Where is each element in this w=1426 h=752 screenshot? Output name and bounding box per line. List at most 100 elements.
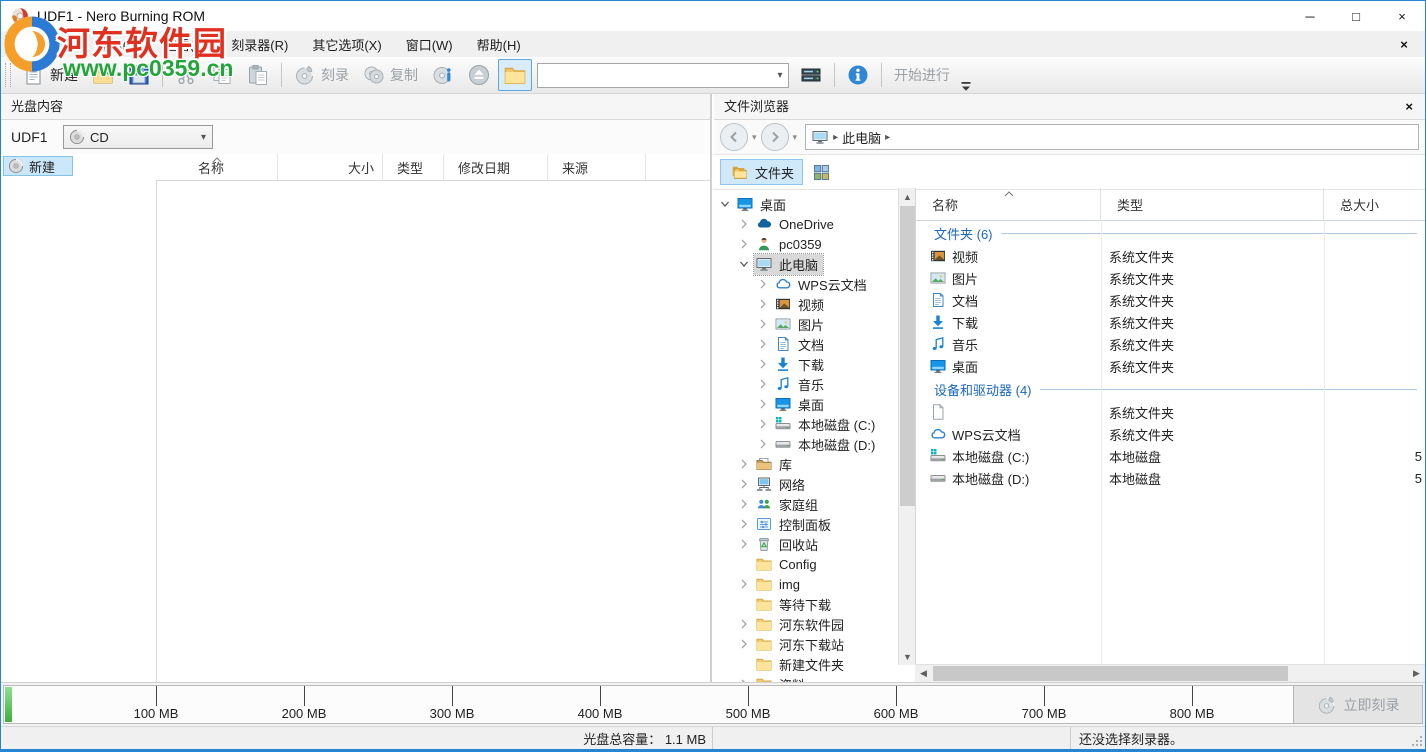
- breadcrumb[interactable]: ▸ 此电脑 ▸: [805, 124, 1419, 150]
- forward-button[interactable]: [761, 123, 789, 151]
- file-row[interactable]: 桌面系统文件夹: [916, 355, 1425, 377]
- file-row[interactable]: 音乐系统文件夹: [916, 333, 1425, 355]
- menu-item[interactable]: 刻录器(R): [219, 31, 300, 58]
- tree-item[interactable]: 桌面: [714, 394, 898, 414]
- chevron-right-icon[interactable]: [756, 377, 770, 391]
- tree-scrollbar[interactable]: ▲ ▼: [898, 188, 916, 665]
- chevron-right-icon[interactable]: [737, 217, 751, 231]
- chevron-right-icon[interactable]: [756, 397, 770, 411]
- chevron-right-icon[interactable]: [737, 517, 751, 531]
- tree-item[interactable]: 河东软件园: [714, 614, 898, 634]
- column-header[interactable]: 类型: [1101, 188, 1324, 220]
- drives-button[interactable]: [794, 59, 828, 91]
- tree-item[interactable]: 家庭组: [714, 494, 898, 514]
- chevron-right-icon[interactable]: [756, 277, 770, 291]
- column-header[interactable]: 大小: [278, 154, 383, 180]
- menu-item[interactable]: 编辑(E): [85, 31, 152, 58]
- scroll-up-icon[interactable]: ▲: [899, 188, 916, 205]
- column-header[interactable]: 名称: [916, 188, 1101, 220]
- tree-item[interactable]: 下载: [714, 354, 898, 374]
- panel-close-icon[interactable]: ×: [1405, 94, 1425, 120]
- column-header[interactable]: 来源: [548, 154, 646, 180]
- file-row[interactable]: 视频系统文件夹: [916, 245, 1425, 267]
- list-group-header[interactable]: 设备和驱动器 (4): [916, 377, 1425, 401]
- tree-item[interactable]: 控制面板: [714, 514, 898, 534]
- tree-item[interactable]: WPS云文档: [714, 274, 898, 294]
- tree-item[interactable]: 视频: [714, 294, 898, 314]
- back-button[interactable]: [720, 123, 748, 151]
- file-browser-toggle-button[interactable]: [498, 59, 532, 91]
- tree-item[interactable]: 本地磁盘 (D:): [714, 434, 898, 454]
- menu-item[interactable]: 窗口(W): [394, 31, 465, 58]
- menu-item[interactable]: 帮助(H): [465, 31, 533, 58]
- chevron-down-icon[interactable]: [718, 197, 732, 211]
- file-row[interactable]: 本地磁盘 (D:)本地磁盘5: [916, 467, 1425, 489]
- chevron-right-icon[interactable]: [737, 637, 751, 651]
- tree-item[interactable]: 图片: [714, 314, 898, 334]
- copy-button[interactable]: [205, 59, 239, 91]
- chevron-right-icon[interactable]: [756, 437, 770, 451]
- compilation-root-item[interactable]: 新建: [3, 156, 73, 176]
- chevron-right-icon[interactable]: [756, 337, 770, 351]
- burn-button[interactable]: 刻录: [288, 59, 355, 91]
- column-header[interactable]: 名称: [156, 154, 278, 180]
- column-header[interactable]: 类型: [383, 154, 444, 180]
- tree-item[interactable]: 网络: [714, 474, 898, 494]
- file-row[interactable]: 系统文件夹: [916, 401, 1425, 423]
- menu-item[interactable]: 文件(F): [18, 31, 85, 58]
- close-button[interactable]: ×: [1379, 1, 1425, 31]
- chevron-right-icon[interactable]: [756, 417, 770, 431]
- chevron-right-icon[interactable]: [756, 317, 770, 331]
- chevron-right-icon[interactable]: [737, 577, 751, 591]
- cut-button[interactable]: [169, 59, 203, 91]
- recorder-combo[interactable]: ▾: [537, 63, 789, 88]
- copy-disc-button[interactable]: 复制: [357, 59, 424, 91]
- info-button[interactable]: [841, 59, 875, 91]
- chevron-right-icon[interactable]: [737, 457, 751, 471]
- folders-view-button[interactable]: 文件夹: [720, 159, 803, 185]
- file-row[interactable]: WPS云文档系统文件夹: [916, 423, 1425, 445]
- tree-item[interactable]: OneDrive: [714, 214, 898, 234]
- chevron-right-icon[interactable]: [756, 297, 770, 311]
- tree-item[interactable]: 回收站: [714, 534, 898, 554]
- burn-now-button[interactable]: 立即刻录: [1293, 685, 1423, 724]
- column-header[interactable]: 总大小: [1324, 188, 1425, 220]
- tree-item[interactable]: 库: [714, 454, 898, 474]
- disc-info-button[interactable]: [426, 59, 460, 91]
- file-row[interactable]: 本地磁盘 (C:)本地磁盘5: [916, 445, 1425, 467]
- tree-item[interactable]: 本地磁盘 (C:): [714, 414, 898, 434]
- tree-item[interactable]: 此电脑: [714, 254, 898, 274]
- list-horizontal-scrollbar[interactable]: ◀ ▶: [915, 664, 1425, 683]
- file-row[interactable]: 下载系统文件夹: [916, 311, 1425, 333]
- tree-item[interactable]: img: [714, 574, 898, 594]
- back-history-dropdown[interactable]: ▾: [752, 132, 757, 143]
- thumbnails-view-button[interactable]: [809, 160, 833, 184]
- disc-type-dropdown[interactable]: CD ▾: [63, 125, 213, 149]
- tree-item[interactable]: 桌面: [714, 194, 898, 214]
- chevron-right-icon[interactable]: [737, 497, 751, 511]
- scroll-right-icon[interactable]: ▶: [1408, 665, 1425, 682]
- chevron-down-icon[interactable]: [737, 257, 751, 271]
- toolbar-overflow-button[interactable]: [957, 65, 975, 95]
- chevron-right-icon[interactable]: [737, 537, 751, 551]
- tree-item[interactable]: 等待下载: [714, 594, 898, 614]
- new-compilation-button[interactable]: 新建: [17, 59, 84, 91]
- chevron-right-icon[interactable]: [756, 357, 770, 371]
- scroll-down-icon[interactable]: ▼: [899, 648, 916, 665]
- minimize-button[interactable]: ─: [1287, 1, 1333, 31]
- scrollbar-thumb[interactable]: [933, 666, 1288, 681]
- list-group-header[interactable]: 文件夹 (6): [916, 221, 1425, 245]
- menu-item[interactable]: 其它选项(X): [300, 31, 393, 58]
- tree-item[interactable]: pc0359: [714, 234, 898, 254]
- resize-grip[interactable]: [1410, 734, 1424, 748]
- tree-item[interactable]: 河东下载站: [714, 634, 898, 654]
- child-window-close-icon[interactable]: ×: [1391, 37, 1425, 52]
- menu-item[interactable]: 查看(V): [152, 31, 219, 58]
- maximize-button[interactable]: □: [1333, 1, 1379, 31]
- chevron-right-icon[interactable]: [737, 617, 751, 631]
- file-row[interactable]: 图片系统文件夹: [916, 267, 1425, 289]
- tree-item[interactable]: 文档: [714, 334, 898, 354]
- chevron-right-icon[interactable]: [737, 237, 751, 251]
- paste-button[interactable]: [241, 59, 275, 91]
- start-button[interactable]: 开始进行: [888, 60, 956, 90]
